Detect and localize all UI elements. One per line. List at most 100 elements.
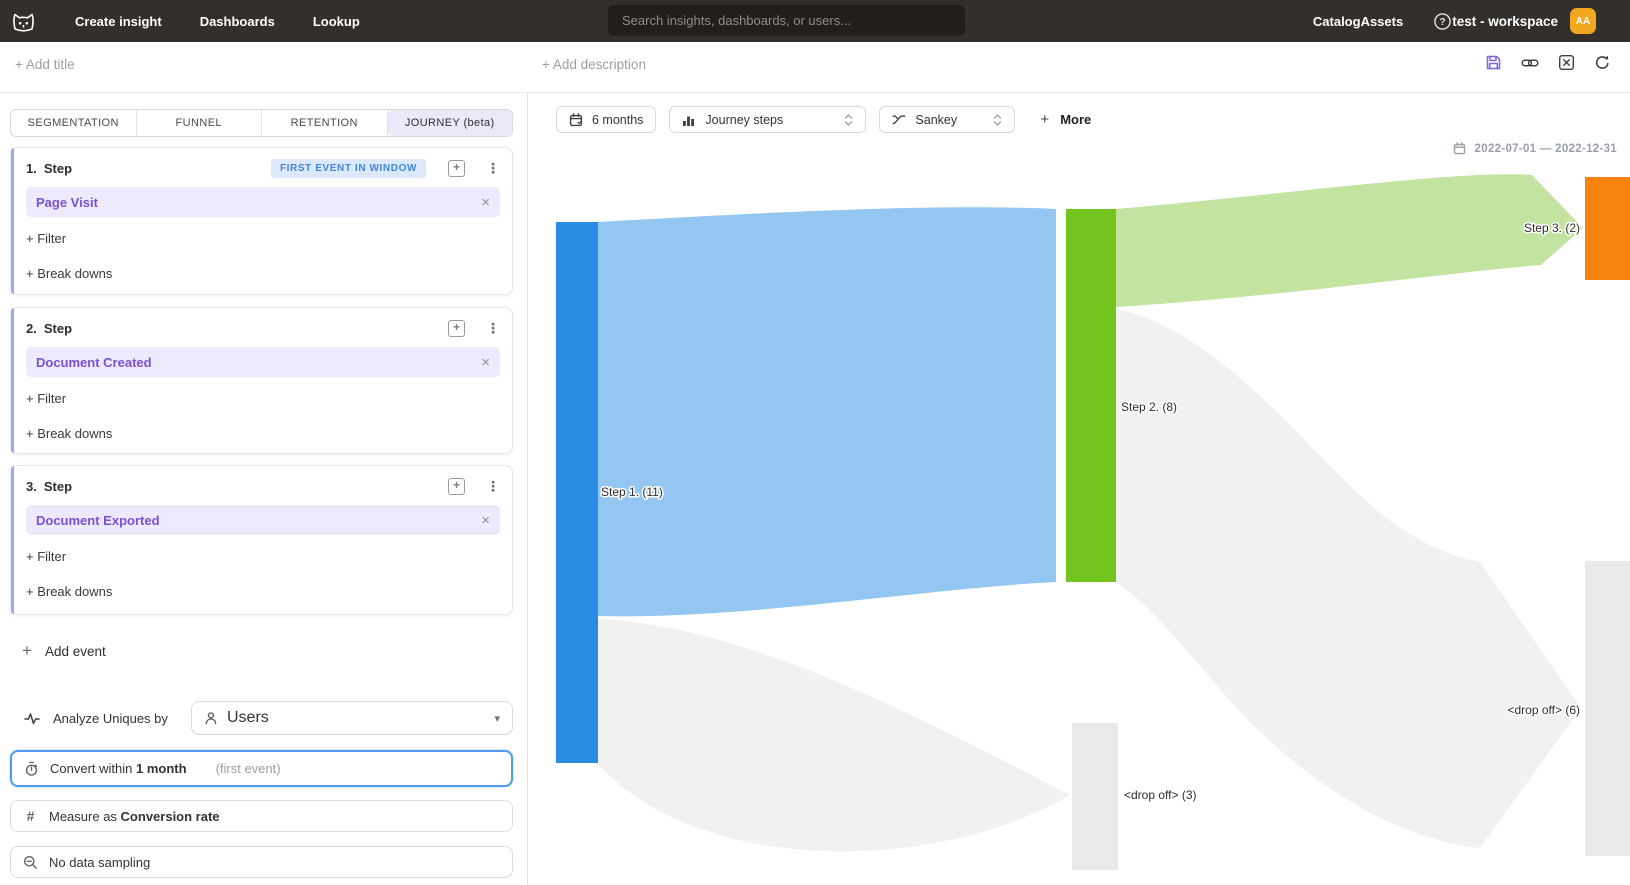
sankey-link-step2-dropoff[interactable] xyxy=(1116,309,1581,848)
sankey-node-step1[interactable] xyxy=(556,222,598,763)
step-menu-icon[interactable]: ⋮ xyxy=(486,321,500,336)
more-label: More xyxy=(1060,112,1091,127)
refresh-icon[interactable] xyxy=(1594,54,1611,71)
event-pill[interactable]: Document Created × xyxy=(26,347,500,377)
add-step-event-icon[interactable]: + xyxy=(448,160,465,177)
step-card-1: 1. Step FIRST EVENT IN WINDOW + ⋮ Page V… xyxy=(10,147,513,295)
add-breakdown-button[interactable]: + Break downs xyxy=(26,584,500,599)
copy-link-icon[interactable] xyxy=(1521,55,1539,71)
magnifier-minus-icon xyxy=(23,855,38,870)
step-title: Step xyxy=(44,161,72,176)
event-pill[interactable]: Page Visit × xyxy=(26,187,500,217)
avatar[interactable]: AA xyxy=(1570,8,1596,34)
add-description-button[interactable]: + Add description xyxy=(542,57,646,72)
user-icon xyxy=(204,711,218,725)
tab-journey[interactable]: JOURNEY (beta) xyxy=(388,110,513,136)
sankey-node-step3[interactable] xyxy=(1585,177,1630,280)
first-event-badge: FIRST EVENT IN WINDOW xyxy=(271,159,426,178)
sankey-node-dropoff-right[interactable] xyxy=(1585,561,1630,856)
sankey-icon xyxy=(892,113,906,127)
convert-label: Convert within xyxy=(50,761,132,776)
pulse-icon xyxy=(24,712,40,725)
analyze-uniques-row: Analyze Uniques by xyxy=(24,700,168,736)
sankey-link-step2-step3[interactable] xyxy=(1116,174,1583,307)
step-menu-icon[interactable]: ⋮ xyxy=(486,479,500,494)
insight-type-tabs: SEGMENTATION FUNNEL RETENTION JOURNEY (b… xyxy=(10,109,513,137)
insight-config-panel: SEGMENTATION FUNNEL RETENTION JOURNEY (b… xyxy=(0,92,528,885)
chart-panel: 6 months Journey steps xyxy=(527,92,1630,885)
remove-event-icon[interactable]: × xyxy=(481,354,490,371)
chevron-down-icon: ▾ xyxy=(494,712,500,725)
add-filter-button[interactable]: + Filter xyxy=(26,231,500,246)
add-filter-button[interactable]: + Filter xyxy=(26,549,500,564)
add-step-event-icon[interactable]: + xyxy=(448,478,465,495)
tab-funnel[interactable]: FUNNEL xyxy=(137,110,263,136)
insight-header-bar: + Add title + Add description xyxy=(0,42,1630,93)
analyze-entity-value: Users xyxy=(227,709,269,727)
chart-date-range-label: 2022-07-01 — 2022-12-31 xyxy=(1475,143,1617,155)
date-range-label: 6 months xyxy=(592,113,643,127)
nav-create-insight[interactable]: Create insight xyxy=(75,14,162,29)
date-range-button[interactable]: 6 months xyxy=(556,106,656,133)
step-title: Step xyxy=(44,479,72,494)
analyze-label: Analyze Uniques by xyxy=(53,711,168,726)
measure-as-setting[interactable]: # Measure as Conversion rate xyxy=(10,800,513,832)
add-title-button[interactable]: + Add title xyxy=(15,57,75,72)
top-nav: Create insight Dashboards Lookup Catalog… xyxy=(0,0,1630,42)
plus-icon: + xyxy=(1040,111,1049,128)
step-card-3: 3. Step + ⋮ Document Exported × + Filter… xyxy=(10,465,513,615)
tab-segmentation[interactable]: SEGMENTATION xyxy=(11,110,137,136)
tab-retention[interactable]: RETENTION xyxy=(262,110,388,136)
event-pill[interactable]: Document Exported × xyxy=(26,505,500,535)
data-sampling-setting[interactable]: No data sampling xyxy=(10,846,513,878)
step-card-2: 2. Step + ⋮ Document Created × + Filter … xyxy=(10,307,513,454)
save-icon[interactable] xyxy=(1485,54,1502,71)
search-input[interactable] xyxy=(608,5,965,36)
sankey-label-dropoff-right: <drop off> (6) xyxy=(1508,703,1581,717)
event-name: Page Visit xyxy=(36,195,98,210)
sampling-label: No data sampling xyxy=(49,855,150,870)
add-breakdown-button[interactable]: + Break downs xyxy=(26,426,500,441)
sankey-node-dropoff-mid[interactable] xyxy=(1072,723,1118,870)
add-breakdown-button[interactable]: + Break downs xyxy=(26,266,500,281)
nav-lookup[interactable]: Lookup xyxy=(313,14,360,29)
remove-event-icon[interactable]: × xyxy=(481,194,490,211)
convert-within-setting[interactable]: Convert within 1 month (first event) xyxy=(10,750,513,787)
add-step-event-icon[interactable]: + xyxy=(448,320,465,337)
convert-hint: (first event) xyxy=(216,761,281,776)
clear-insight-icon[interactable] xyxy=(1558,54,1575,71)
add-filter-button[interactable]: + Filter xyxy=(26,391,500,406)
event-name: Document Created xyxy=(36,355,152,370)
sankey-label-dropoff-mid: <drop off> (3) xyxy=(1124,788,1197,802)
add-event-button[interactable]: + Add event xyxy=(22,641,106,661)
sankey-link-step1-step2[interactable] xyxy=(597,207,1056,616)
step-menu-icon[interactable]: ⋮ xyxy=(486,161,500,176)
analyze-entity-select[interactable]: Users ▾ xyxy=(191,701,513,735)
add-event-label: Add event xyxy=(45,644,106,659)
nav-catalog[interactable]: Catalog xyxy=(1313,14,1361,29)
nav-assets[interactable]: Assets xyxy=(1361,14,1404,29)
chart-type-value: Sankey xyxy=(915,113,957,127)
step-number: 1. xyxy=(26,161,37,176)
app-logo-cat-icon[interactable] xyxy=(10,9,37,34)
step-number: 2. xyxy=(26,321,37,336)
nav-dashboards[interactable]: Dashboards xyxy=(200,14,275,29)
sankey-label-step2: Step 2. (8) xyxy=(1121,400,1177,414)
sankey-link-step1-dropoff[interactable] xyxy=(597,618,1070,851)
event-name: Document Exported xyxy=(36,513,160,528)
step-title: Step xyxy=(44,321,72,336)
select-arrows-icon xyxy=(844,113,853,127)
sankey-node-step2[interactable] xyxy=(1066,209,1116,582)
convert-value: 1 month xyxy=(136,761,187,776)
measure-select[interactable]: Journey steps xyxy=(669,106,866,133)
help-icon[interactable]: ? xyxy=(1433,12,1452,31)
chart-type-select[interactable]: Sankey xyxy=(879,106,1015,133)
measure-value: Conversion rate xyxy=(121,809,220,824)
workspace-name[interactable]: test - workspace xyxy=(1452,14,1558,29)
measure-label: Measure as xyxy=(49,809,117,824)
remove-event-icon[interactable]: × xyxy=(481,512,490,529)
select-arrows-icon xyxy=(993,113,1002,127)
more-button[interactable]: + More xyxy=(1040,111,1091,128)
hash-icon: # xyxy=(23,808,38,824)
chart-date-range: 2022-07-01 — 2022-12-31 xyxy=(1453,142,1617,155)
